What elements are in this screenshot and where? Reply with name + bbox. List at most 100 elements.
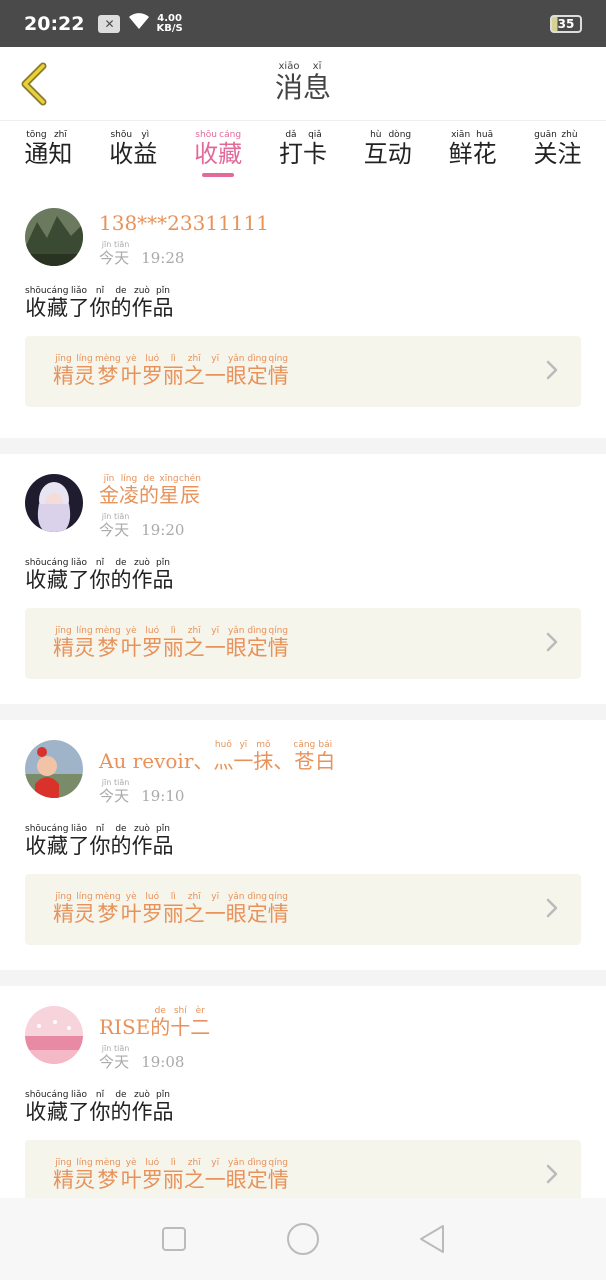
work-title: 精jīng灵líng梦mèng叶yè罗luó丽lì之zhī一yī眼yǎn定dìn… — [53, 354, 289, 390]
user-name-pinyin: shí — [170, 1006, 191, 1016]
action-pinyin: cáng — [46, 1090, 69, 1100]
work-hanzi: 眼 — [225, 901, 247, 926]
nav-back-button[interactable] — [402, 1209, 462, 1269]
tab-label-pinyin: qiǎ — [302, 130, 327, 140]
action-hanzi: 品 — [152, 834, 174, 858]
action-text: 收shōu藏cáng了liǎo你nǐ的de作zuò品pǐn — [25, 824, 581, 860]
action-char: 品pǐn — [152, 825, 174, 859]
work-hanzi: 精 — [53, 363, 74, 388]
work-char: 叶yè — [120, 892, 142, 926]
work-pinyin: líng — [74, 891, 95, 902]
item-header: 138***23311111 今jīn天tiān 19:28 — [25, 208, 581, 268]
today-hanzi: 今 — [99, 521, 115, 539]
tab-0[interactable]: 通tōng知zhī — [20, 126, 76, 183]
work-pinyin: zhī — [183, 1157, 205, 1168]
work-char: 精jīng — [53, 354, 74, 388]
tab-label-char: 动dòng — [388, 131, 412, 169]
work-pinyin: lì — [162, 891, 184, 902]
work-link[interactable]: 精jīng灵líng梦mèng叶yè罗luó丽lì之zhī一yī眼yǎn定dìn… — [25, 608, 581, 679]
user-name[interactable]: Au revoir、灬huǒ一yī抹mǒ、苍cāng白bái — [99, 740, 335, 776]
today-hanzi: 今 — [99, 249, 115, 267]
work-char: 罗luó — [142, 354, 163, 388]
work-link[interactable]: 精jīng灵líng梦mèng叶yè罗luó丽lì之zhī一yī眼yǎn定dìn… — [25, 1140, 581, 1198]
action-char: 收shōu — [25, 287, 47, 321]
today-hanzi: 天 — [114, 1053, 130, 1071]
work-hanzi: 叶 — [120, 1167, 142, 1192]
tab-label-char: 通tōng — [24, 131, 48, 169]
user-name-char: 星xīng — [159, 475, 179, 508]
work-hanzi: 灵 — [74, 635, 95, 660]
tab-bar: 通tōng知zhī 收shōu益yì 收shōu藏cáng 打dǎ卡qiǎ 互hù动dò… — [0, 121, 606, 188]
action-text: 收shōu藏cáng了liǎo你nǐ的de作zuò品pǐn — [25, 286, 581, 322]
user-name[interactable]: RISE的de十shí二èr — [99, 1006, 210, 1042]
list-item: 138***23311111 今jīn天tiān19:28 收shōu藏cáng了l… — [0, 188, 606, 438]
recents-button[interactable] — [144, 1209, 204, 1269]
tab-1[interactable]: 收shōu益yì — [105, 126, 161, 183]
work-char: 罗luó — [141, 1158, 163, 1192]
action-char: 收shōu — [25, 825, 47, 859]
work-pinyin: mèng — [95, 891, 121, 902]
work-pinyin: yè — [120, 891, 142, 902]
tab-label-char: 互hù — [363, 131, 388, 169]
work-pinyin: dìng — [246, 891, 268, 902]
action-pinyin: cáng — [46, 558, 69, 568]
action-pinyin: shōu — [25, 1090, 47, 1100]
work-hanzi: 一 — [204, 1167, 226, 1192]
work-char: 眼yǎn — [225, 626, 247, 660]
user-name-char: 灬huǒ — [213, 741, 233, 774]
tab-4[interactable]: 互hù动dòng — [360, 126, 416, 183]
user-name-hanzi: 十 — [170, 1015, 191, 1039]
work-pinyin: jīng — [53, 625, 74, 636]
tab-label-pinyin: shōu — [194, 130, 219, 140]
back-button[interactable] — [14, 61, 54, 107]
avatar[interactable] — [25, 474, 83, 532]
work-char: 叶yè — [121, 354, 142, 388]
work-pinyin: yǎn — [225, 625, 247, 636]
work-char: 梦mèng — [95, 354, 121, 388]
work-hanzi: 之 — [183, 1167, 205, 1192]
action-char: 藏cáng — [47, 825, 69, 859]
work-char: 之zhī — [184, 626, 205, 660]
list-item: RISE的de十shí二èr 今jīn天tiān19:08 收shōu藏cáng了l… — [0, 986, 606, 1198]
work-char: 灵líng — [74, 892, 95, 926]
battery-indicator: 35 — [550, 14, 582, 33]
work-pinyin: líng — [74, 1157, 95, 1168]
action-pinyin: zuò — [131, 1090, 153, 1100]
work-link[interactable]: 精jīng灵líng梦mèng叶yè罗luó丽lì之zhī一yī眼yǎn定dìn… — [25, 874, 581, 945]
avatar[interactable] — [25, 208, 83, 266]
avatar[interactable] — [25, 1006, 83, 1064]
action-char: 了liǎo — [68, 1091, 89, 1125]
chevron-right-icon — [545, 360, 559, 384]
home-button[interactable] — [273, 1209, 333, 1269]
work-hanzi: 叶 — [120, 901, 142, 926]
user-name-hanzi: 抹 — [253, 749, 274, 773]
action-char: 你nǐ — [89, 287, 110, 321]
item-header: RISE的de十shí二èr 今jīn天tiān 19:08 — [25, 1006, 581, 1072]
today-pinyin: jīn — [99, 1044, 115, 1053]
work-pinyin: yè — [120, 1157, 142, 1168]
chevron-left-icon — [21, 62, 47, 106]
battery-level: 35 — [557, 16, 575, 31]
tab-5[interactable]: 鲜xiān花huā — [445, 126, 501, 183]
avatar[interactable] — [25, 740, 83, 798]
user-name-hanzi: 的 — [139, 483, 159, 507]
tab-2[interactable]: 收shōu藏cáng — [190, 126, 246, 183]
tab-label-hanzi: 互 — [363, 140, 388, 168]
action-hanzi: 品 — [152, 296, 174, 320]
tab-6[interactable]: 关guān注zhù — [529, 126, 585, 183]
notification-x-icon: ✕ — [98, 14, 121, 33]
work-link[interactable]: 精jīng灵líng梦mèng叶yè罗luó丽lì之zhī一yī眼yǎn定dìn… — [25, 336, 581, 407]
user-name-hanzi: 星 — [159, 483, 179, 507]
tab-label-pinyin: zhù — [557, 130, 582, 140]
work-hanzi: 眼 — [225, 635, 247, 660]
user-name[interactable]: 金jīn凌líng的de星xīng辰chén — [99, 474, 201, 510]
work-pinyin: qíng — [267, 891, 289, 902]
tab-3[interactable]: 打dǎ卡qiǎ — [275, 126, 331, 183]
user-name-pinyin: chén — [179, 474, 201, 484]
user-name[interactable]: 138***23311111 — [99, 208, 269, 238]
work-hanzi: 罗 — [141, 1167, 163, 1192]
work-pinyin: yè — [120, 353, 142, 364]
user-name-hanzi: 金 — [99, 483, 119, 507]
action-char: 藏cáng — [47, 1091, 69, 1125]
tab-label-hanzi: 收 — [109, 140, 134, 168]
